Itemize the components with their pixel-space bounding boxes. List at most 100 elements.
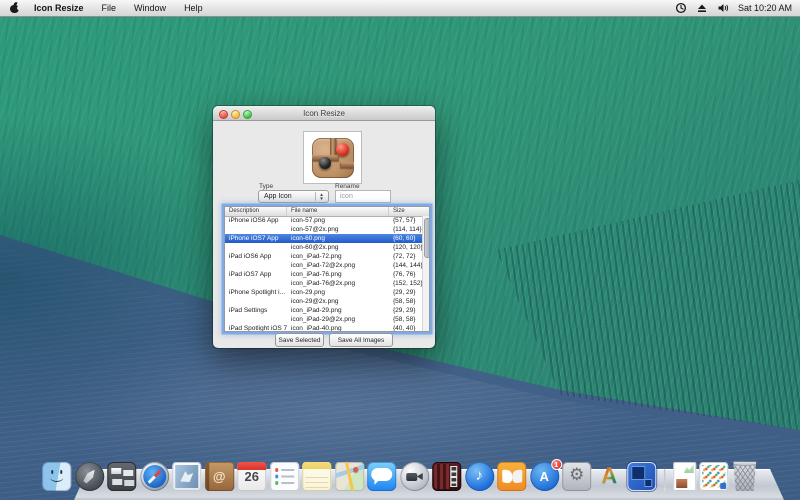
dock-icon-trash[interactable] bbox=[732, 460, 758, 491]
dock-icon-ibooks[interactable] bbox=[497, 462, 526, 491]
dock-icon-itunes[interactable] bbox=[465, 462, 494, 491]
table-row[interactable]: icon-60@2x.png{120, 120} bbox=[225, 243, 422, 252]
save-selected-button[interactable]: Save Selected bbox=[275, 333, 324, 347]
cell-description bbox=[225, 225, 287, 234]
cell-size: {58, 58} bbox=[389, 297, 422, 306]
cell-filename: icon-29.png bbox=[287, 288, 389, 297]
menu-window[interactable]: Window bbox=[125, 0, 175, 16]
table-row[interactable]: icon_iPad-29@2x.png{58, 58} bbox=[225, 315, 422, 324]
type-popup-button[interactable]: App Icon ▲▼ bbox=[258, 190, 329, 203]
dock-icon-downloads[interactable] bbox=[699, 462, 728, 491]
dock-icon-maps[interactable] bbox=[335, 462, 364, 491]
traffic-lights bbox=[219, 110, 252, 119]
rename-label: Rename bbox=[335, 183, 360, 190]
minimize-button[interactable] bbox=[231, 110, 240, 119]
table-row[interactable]: iPad Spotlight iOS 7icon_iPad-40.png{40,… bbox=[225, 324, 422, 332]
cell-filename: icon_iPad-76@2x.png bbox=[287, 279, 389, 288]
dock-separator bbox=[664, 464, 666, 491]
table-row[interactable]: icon-57@2x.png{114, 114} bbox=[225, 225, 422, 234]
column-header-size[interactable]: Size bbox=[389, 207, 429, 216]
dock-icon-app-a[interactable] bbox=[595, 462, 624, 491]
dock-icon-mission[interactable] bbox=[107, 462, 136, 491]
cell-description bbox=[225, 279, 287, 288]
dock-icon-safari[interactable] bbox=[140, 462, 169, 491]
cell-description: iPad iOS6 App bbox=[225, 252, 287, 261]
cell-filename: icon_iPad-72@2x.png bbox=[287, 261, 389, 270]
app-menus: Icon ResizeFileWindowHelp bbox=[25, 0, 212, 16]
scrollbar-thumb[interactable] bbox=[424, 218, 431, 258]
cell-filename: icon-57.png bbox=[287, 216, 389, 225]
menu-bar-right: Sat 10:20 AM bbox=[675, 2, 800, 14]
type-label: Type bbox=[259, 183, 273, 190]
apple-menu-icon[interactable] bbox=[9, 2, 21, 14]
cell-filename: icon-29@2x.png bbox=[287, 297, 389, 306]
cell-size: {29, 29} bbox=[389, 288, 422, 297]
table-row[interactable]: icon_iPad-76@2x.png{152, 152} bbox=[225, 279, 422, 288]
save-all-images-button[interactable]: Save All Images bbox=[329, 333, 393, 347]
cell-description: iPad Settings bbox=[225, 306, 287, 315]
cell-size: {76, 76} bbox=[389, 270, 422, 279]
dock-icon-contacts[interactable] bbox=[205, 462, 234, 491]
dock-icon-photobooth[interactable] bbox=[432, 462, 461, 491]
dock-icon-sysprefs[interactable] bbox=[562, 462, 591, 491]
dock-icon-launchpad[interactable] bbox=[75, 462, 104, 491]
icon-preview-well bbox=[303, 131, 362, 184]
table-row[interactable]: iPad Settingsicon_iPad-29.png{29, 29} bbox=[225, 306, 422, 315]
icon-art-black-ball bbox=[319, 157, 331, 169]
cell-description bbox=[225, 243, 287, 252]
menu-bar: Icon ResizeFileWindowHelp Sat 10:20 AM bbox=[0, 0, 800, 17]
dock-icon-notes[interactable] bbox=[302, 462, 331, 491]
dock-icon-iconresize[interactable] bbox=[627, 462, 656, 491]
menu-help[interactable]: Help bbox=[175, 0, 212, 16]
menu-bar-clock[interactable]: Sat 10:20 AM bbox=[738, 3, 792, 13]
dock-icon-docstack[interactable] bbox=[673, 462, 696, 491]
cell-filename: icon-60.png bbox=[287, 234, 389, 243]
cell-size: {60, 60} bbox=[389, 234, 422, 243]
cell-filename: icon_iPad-76.png bbox=[287, 270, 389, 279]
cell-size: {40, 40} bbox=[389, 324, 422, 332]
column-header-description[interactable]: Description bbox=[225, 207, 287, 216]
menu-icon-resize[interactable]: Icon Resize bbox=[25, 0, 93, 16]
table-row[interactable]: iPhone iOS7 Appicon-60.png{60, 60} bbox=[225, 234, 422, 243]
rename-input[interactable]: icon bbox=[335, 190, 391, 203]
dock-icon-facetime[interactable] bbox=[400, 462, 429, 491]
volume-icon[interactable] bbox=[717, 2, 729, 14]
table-row[interactable]: icon-29@2x.png{58, 58} bbox=[225, 297, 422, 306]
cell-description bbox=[225, 297, 287, 306]
type-popup-value: App Icon bbox=[264, 193, 292, 200]
menu-file[interactable]: File bbox=[93, 0, 126, 16]
time-machine-icon[interactable] bbox=[675, 2, 687, 14]
window-title-bar[interactable]: Icon Resize bbox=[213, 106, 435, 121]
dock: 26 1 bbox=[0, 448, 800, 500]
dock-icon-reminders[interactable] bbox=[270, 462, 299, 491]
sizes-table: Description File name Size iPhone iOS6 A… bbox=[224, 206, 430, 332]
cell-size: {57, 57} bbox=[389, 216, 422, 225]
dock-icon-finder[interactable] bbox=[42, 462, 71, 491]
table-row[interactable]: iPhone Spotlight i...icon-29.png{29, 29} bbox=[225, 288, 422, 297]
cell-description bbox=[225, 261, 287, 270]
icon-art-red-ball bbox=[336, 143, 349, 156]
cell-filename: icon_iPad-72.png bbox=[287, 252, 389, 261]
table-row[interactable]: icon_iPad-72@2x.png{144, 144} bbox=[225, 261, 422, 270]
column-header-filename[interactable]: File name bbox=[287, 207, 389, 216]
app-icon-preview bbox=[312, 138, 354, 178]
cell-description: iPhone iOS7 App bbox=[225, 234, 287, 243]
dock-icon-messages[interactable] bbox=[367, 462, 396, 491]
zoom-button[interactable] bbox=[243, 110, 252, 119]
close-button[interactable] bbox=[219, 110, 228, 119]
dock-icon-appstore[interactable]: 1 bbox=[530, 462, 559, 491]
cell-description: iPhone iOS6 App bbox=[225, 216, 287, 225]
dock-icon-calendar[interactable]: 26 bbox=[237, 462, 266, 491]
table-row[interactable]: iPad iOS7 Appicon_iPad-76.png{76, 76} bbox=[225, 270, 422, 279]
table-scrollbar[interactable] bbox=[422, 216, 429, 331]
table-row[interactable]: iPad iOS6 Appicon_iPad-72.png{72, 72} bbox=[225, 252, 422, 261]
cell-description bbox=[225, 315, 287, 324]
cell-size: {58, 58} bbox=[389, 315, 422, 324]
rename-placeholder: icon bbox=[340, 193, 353, 200]
cell-filename: icon-57@2x.png bbox=[287, 225, 389, 234]
cell-filename: icon_iPad-40.png bbox=[287, 324, 389, 332]
table-row[interactable]: iPhone iOS6 Appicon-57.png{57, 57} bbox=[225, 216, 422, 225]
cell-description: iPhone Spotlight i... bbox=[225, 288, 287, 297]
eject-icon[interactable] bbox=[696, 2, 708, 14]
dock-icon-mail[interactable] bbox=[172, 462, 201, 491]
